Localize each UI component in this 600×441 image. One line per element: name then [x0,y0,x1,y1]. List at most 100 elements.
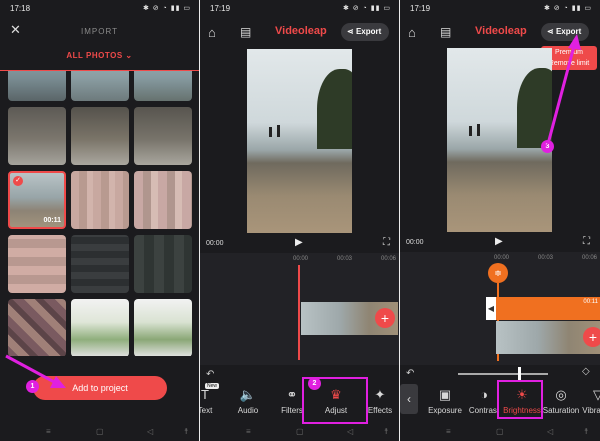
filters-tool-label: Filters [281,406,303,415]
projects-icon[interactable]: ▤ [240,25,251,39]
photo-thumbnail[interactable] [134,171,192,229]
android-nav-bar: ≡ ▢ ◁ ☨ [200,423,399,441]
exposure-tool[interactable]: ▣ Exposure [425,387,465,415]
text-tool-label: Text [200,406,213,415]
play-icon[interactable]: ▶ [495,236,503,247]
add-clip-button[interactable]: + [583,327,600,347]
ruler-label: 00:06 [381,256,397,262]
status-bar: 17:19 ✱ ⊘ ◔ ▮▮ ▭ [200,0,399,18]
current-time: 00:00 [406,239,424,246]
add-to-project-button[interactable]: Add to project [33,376,167,400]
person-figure [469,126,472,136]
home-nav-icon[interactable]: ▢ [296,427,304,436]
ruler-label: 00:06 [582,255,598,261]
photo-thumbnail[interactable] [71,107,129,165]
ruler-label: 00:00 [494,255,510,261]
import-panel: 17:18 ✱ ⊘ ◔ ▮▮ ▭ ✕ IMPORT ALL PHOTOS ⌄ ✓… [0,0,199,441]
add-clip-button[interactable]: + [375,308,395,328]
share-icon: ⋖ [347,27,354,36]
play-icon[interactable]: ▶ [295,237,303,248]
photo-thumbnail[interactable] [71,235,129,293]
back-nav-icon[interactable]: ◁ [347,427,353,436]
vibrance-tool[interactable]: ▽ Vibrance [578,387,600,415]
status-bar: 17:18 ✱ ⊘ ◔ ▮▮ ▭ [0,0,199,18]
status-icons: ✱ ⊘ ◔ ▮▮ ▭ [142,5,191,12]
video-preview [247,49,352,233]
person-figure [477,124,480,136]
playhead[interactable] [298,265,300,360]
status-icons: ✱ ⊘ ◔ ▮▮ ▭ [342,5,391,12]
undo-icon[interactable]: ↶ [406,368,414,379]
selected-video-thumbnail[interactable]: ✓ 00:11 [8,171,66,229]
export-button[interactable]: ⋖ Export [541,23,590,41]
step-badge: 3 [541,140,554,153]
accessibility-nav-icon[interactable]: ☨ [384,427,388,436]
status-icons: ✱ ⊘ ◔ ▮▮ ▭ [543,5,592,12]
trim-handle-left[interactable]: ◀ [486,297,496,320]
back-nav-icon[interactable]: ◁ [547,427,553,436]
album-selector[interactable]: ALL PHOTOS ⌄ [0,51,199,60]
fullscreen-icon[interactable]: ⛶ [383,237,390,248]
menu-nav-icon[interactable]: ≡ [246,427,251,436]
accessibility-nav-icon[interactable]: ☨ [184,427,188,436]
clip-duration: 00:11 [583,299,598,305]
export-label: Export [555,27,582,36]
home-icon[interactable]: ⌂ [208,25,216,40]
photo-thumbnail[interactable] [71,171,129,229]
keyframe-add-icon[interactable]: ◇ [582,366,590,377]
trees-shape [517,68,552,148]
fullscreen-icon[interactable]: ⛶ [583,236,590,247]
status-time: 17:19 [210,4,231,13]
photo-grid: ✓ 00:11 [0,71,199,356]
back-nav-icon[interactable]: ◁ [147,427,153,436]
photo-thumbnail[interactable] [134,235,192,293]
new-badge: New [205,383,220,389]
saturation-tool-label: Saturation [542,406,580,415]
photo-thumbnail[interactable] [71,71,129,101]
back-arrow-button[interactable]: ‹ [400,384,418,414]
menu-nav-icon[interactable]: ≡ [46,427,51,436]
home-icon[interactable]: ⌂ [408,25,416,40]
photo-thumbnail[interactable] [134,71,192,101]
photo-thumbnail[interactable] [71,299,129,356]
menu-nav-icon[interactable]: ≡ [446,427,451,436]
photo-thumbnail[interactable] [8,235,66,293]
exposure-icon: ▣ [438,387,452,402]
home-nav-icon[interactable]: ▢ [96,427,104,436]
home-nav-icon[interactable]: ▢ [496,427,504,436]
vibrance-icon: ▽ [593,387,600,402]
audio-tool[interactable]: 🔈 Audio [228,387,268,415]
trees-shape [317,69,352,149]
import-title: IMPORT [81,27,118,36]
projects-icon[interactable]: ▤ [440,25,451,39]
android-nav-bar: ≡ ▢ ◁ ☨ [0,423,199,441]
current-time: 00:00 [206,240,224,247]
photo-thumbnail[interactable] [8,107,66,165]
vibrance-tool-label: Vibrance [582,406,600,415]
keyframe-marker[interactable]: ≑ [488,263,508,283]
video-preview [447,48,552,232]
status-time: 17:18 [10,4,31,13]
photo-thumbnail[interactable] [8,71,66,101]
text-icon: T [201,387,209,402]
step-badge: 1 [26,380,39,393]
ruler-label: 00:03 [538,255,554,261]
text-tool[interactable]: T Text [200,387,225,415]
contrast-tool-label: Contrast [468,406,500,415]
photo-thumbnail[interactable] [134,107,192,165]
video-duration: 00:11 [43,217,61,224]
photo-thumbnail[interactable] [8,299,66,356]
undo-icon[interactable]: ↶ [206,369,214,380]
selected-check-icon: ✓ [13,176,23,186]
exposure-tool-label: Exposure [428,406,462,415]
person-figure [277,125,280,137]
app-title: Videoleap [475,25,527,37]
adjust-slider-track[interactable] [458,373,548,375]
photo-thumbnail[interactable] [134,299,192,356]
saturation-tool[interactable]: ◎ Saturation [541,387,581,415]
adjust-slider-thumb[interactable] [518,367,521,380]
android-nav-bar: ≡ ▢ ◁ ☨ [400,423,600,441]
accessibility-nav-icon[interactable]: ☨ [584,427,588,436]
export-button[interactable]: ⋖ Export [341,23,390,41]
adjust-clip-track[interactable]: 00:11 [486,297,600,320]
